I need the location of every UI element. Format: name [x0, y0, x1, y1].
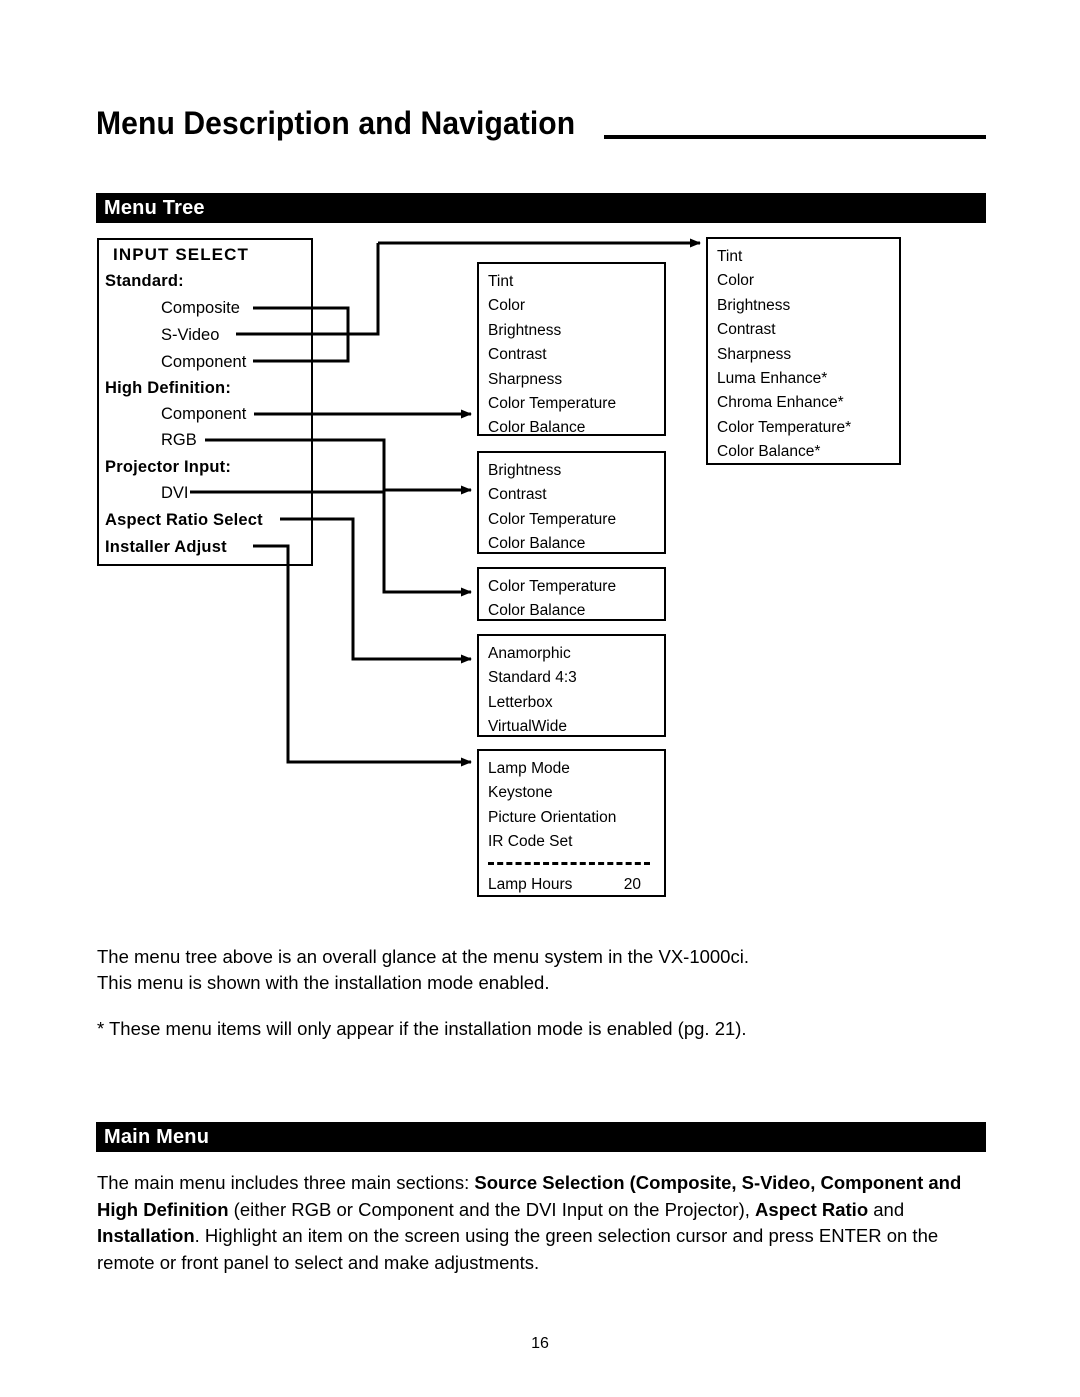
menu-row[interactable]: Color Balance* — [708, 440, 899, 464]
paragraph-run-3: Aspect Ratio — [755, 1198, 869, 1220]
menu-row[interactable]: Luma Enhance* — [708, 367, 899, 391]
input-select-item-aspect-ratio-select[interactable]: Aspect Ratio Select — [105, 511, 263, 530]
paragraph-footnote: * These menu items will only appear if t… — [97, 1018, 747, 1039]
input-select-item-s-video[interactable]: S-Video — [161, 326, 219, 345]
paragraph-run-2: (either RGB or Component and the DVI Inp… — [228, 1198, 756, 1220]
menu-row[interactable]: Color Balance — [479, 532, 664, 556]
menu-row[interactable]: Color Temperature — [479, 508, 664, 532]
paragraph-main-menu-description: The main menu includes three main sectio… — [97, 1170, 992, 1276]
menu-row[interactable]: IR Code Set — [479, 830, 664, 854]
input-select-group-heading-projector-input: Projector Input: — [105, 458, 232, 476]
section-header-menu-tree: Menu Tree — [96, 193, 986, 223]
paragraph-run-6: . Highlight an item on the screen using … — [97, 1225, 939, 1273]
input-select-item-component-sd[interactable]: Component — [161, 353, 246, 372]
menu-box-dvi: Color Temperature Color Balance — [477, 567, 666, 621]
menu-row[interactable]: Anamorphic — [479, 642, 664, 666]
paragraph-menu-tree-description: The menu tree above is an overall glance… — [97, 944, 992, 996]
menu-row[interactable]: Contrast — [708, 318, 899, 342]
title-rule — [603, 135, 986, 139]
menu-box-rgb: Brightness Contrast Color Temperature Co… — [477, 451, 666, 554]
paragraph-run-5: Installation — [97, 1225, 195, 1246]
menu-box-high-definition: Tint Color Brightness Contrast Sharpness… — [706, 237, 901, 465]
menu-box-installer-adjust: Lamp Mode Keystone Picture Orientation I… — [477, 749, 666, 897]
paragraph-line: The menu tree above is an overall glance… — [97, 946, 749, 967]
menu-row[interactable]: Letterbox — [479, 691, 664, 715]
menu-row[interactable]: Lamp Mode — [479, 757, 664, 781]
input-select-item-component-hd[interactable]: Component — [161, 405, 246, 424]
input-select-item-dvi[interactable]: DVI — [161, 484, 189, 503]
menu-row-lamp-hours[interactable]: Lamp Hours 20 — [479, 873, 664, 897]
page-title: Menu Description and Navigation — [96, 105, 576, 141]
menu-row[interactable]: Tint — [479, 270, 664, 294]
menu-row[interactable]: Brightness — [479, 459, 664, 483]
menu-row[interactable]: Contrast — [479, 483, 664, 507]
menu-row[interactable]: Color Balance — [479, 416, 664, 440]
menu-row[interactable]: Color Balance — [479, 599, 664, 623]
input-select-item-composite[interactable]: Composite — [161, 299, 240, 318]
menu-row[interactable]: Contrast — [479, 343, 664, 367]
menu-row[interactable]: Color Temperature — [479, 575, 664, 599]
menu-row[interactable]: Chroma Enhance* — [708, 391, 899, 415]
menu-row[interactable]: Standard 4:3 — [479, 666, 664, 690]
menu-row[interactable]: Brightness — [479, 319, 664, 343]
menu-row[interactable]: Color — [708, 269, 899, 293]
menu-row[interactable]: VirtualWide — [479, 715, 664, 739]
paragraph-run-4: and — [868, 1198, 905, 1220]
input-select-title: INPUT SELECT — [113, 245, 249, 264]
section-header-main-menu: Main Menu — [96, 1122, 986, 1152]
menu-row[interactable]: Tint — [708, 245, 899, 269]
dashed-rule — [488, 862, 650, 866]
input-select-item-rgb[interactable]: RGB — [161, 431, 197, 450]
paragraph-line: This menu is shown with the installation… — [97, 972, 550, 993]
menu-row[interactable]: Color Temperature* — [708, 416, 899, 440]
lamp-hours-value: 20 — [623, 875, 641, 893]
menu-row[interactable]: Sharpness — [479, 368, 664, 392]
section-header-menu-tree-label: Menu Tree — [104, 196, 205, 219]
menu-row[interactable]: Picture Orientation — [479, 806, 664, 830]
section-header-main-menu-label: Main Menu — [104, 1125, 210, 1148]
menu-separator-dashed — [479, 855, 664, 873]
input-select-item-installer-adjust[interactable]: Installer Adjust — [105, 538, 227, 557]
page-number: 16 — [531, 1335, 549, 1352]
menu-row[interactable]: Color Temperature — [479, 392, 664, 416]
menu-row[interactable]: Sharpness — [708, 343, 899, 367]
menu-row[interactable]: Color — [479, 294, 664, 318]
menu-row[interactable]: Brightness — [708, 294, 899, 318]
page-header: Menu Description and Navigation — [96, 92, 986, 144]
paragraph-run-0: The main menu includes three main sectio… — [97, 1172, 475, 1193]
menu-row[interactable]: Keystone — [479, 781, 664, 805]
input-select-group-heading-high-definition: High Definition: — [105, 379, 232, 397]
menu-box-standard-video: Tint Color Brightness Contrast Sharpness… — [477, 262, 666, 436]
menu-box-aspect-ratio: Anamorphic Standard 4:3 Letterbox Virtua… — [477, 634, 666, 737]
input-select-group-heading-standard: Standard: — [105, 272, 184, 290]
lamp-hours-label: Lamp Hours — [488, 875, 573, 893]
